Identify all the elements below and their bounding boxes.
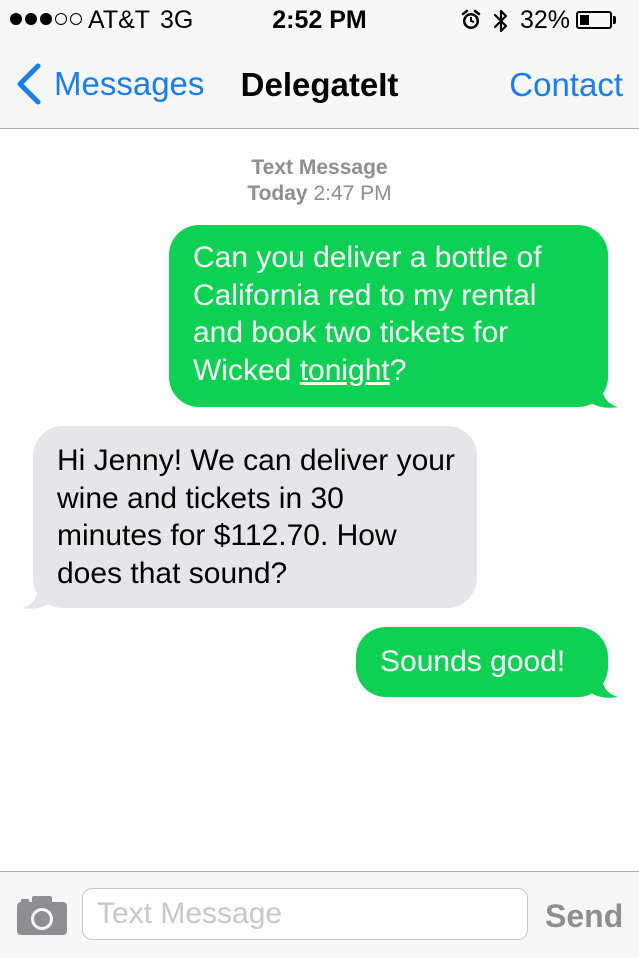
chevron-left-icon — [17, 63, 41, 105]
thread-timestamp: Today 2:47 PM — [0, 181, 639, 207]
contact-button[interactable]: Contact — [509, 66, 623, 104]
message-bubble-sent[interactable]: Can you deliver a bottle of California r… — [169, 225, 608, 407]
back-label: Messages — [54, 65, 205, 102]
conversation[interactable]: Text Message Today 2:47 PM Can you deliv… — [0, 129, 639, 871]
message-text: ? — [389, 353, 407, 387]
battery-level — [580, 15, 589, 25]
message-text: Hi Jenny! We can deliver your wine and t… — [57, 444, 455, 590]
thread-type: Text Message — [251, 156, 388, 179]
thread-time: 2:47 PM — [313, 182, 392, 205]
status-bar: AT&T 3G 2:52 PM 32% — [0, 0, 639, 40]
message-bubble-received[interactable]: Hi Jenny! We can deliver your wine and t… — [33, 426, 477, 608]
camera-icon[interactable] — [16, 894, 68, 936]
message-bubble-sent[interactable]: Sounds good! — [356, 627, 608, 697]
message-input-bar: Send — [0, 871, 639, 958]
back-button[interactable]: Messages — [14, 60, 204, 108]
message-text: Sounds good! — [380, 645, 566, 678]
message-input[interactable] — [83, 889, 527, 939]
battery-percent: 32% — [520, 6, 571, 34]
thread-header: Text Message Today 2:47 PM — [0, 155, 639, 207]
message-link[interactable]: tonight — [300, 354, 390, 387]
bluetooth-icon — [493, 9, 508, 33]
send-button[interactable]: Send — [545, 898, 623, 935]
thread-day: Today — [247, 182, 308, 205]
message-text-field[interactable] — [82, 888, 528, 940]
battery-tip — [613, 16, 616, 24]
alarm-icon — [461, 9, 481, 29]
battery-icon — [576, 11, 612, 29]
navigation-bar: Messages DelegateIt Contact — [0, 40, 639, 129]
